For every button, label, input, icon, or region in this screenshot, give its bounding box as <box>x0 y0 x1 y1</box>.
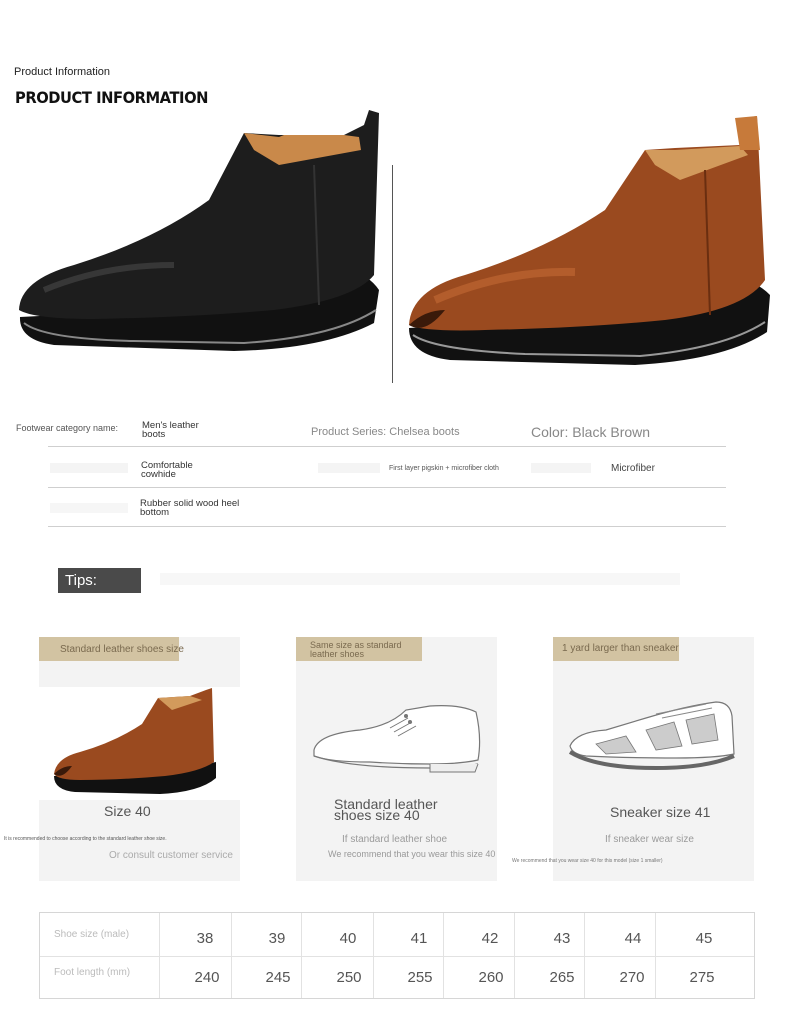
sole-value: Rubber solid wood heel bottom <box>140 498 240 518</box>
category-value: Men's leather boots <box>142 420 199 440</box>
card-tag-standard: Same size as standard leather shoes <box>296 637 422 661</box>
sole-label-faint <box>50 503 128 513</box>
product-series: Product Series: Chelsea boots <box>311 426 460 438</box>
brown-chelsea-boot-image <box>409 116 770 365</box>
card-title-leather: Size 40 <box>104 803 151 819</box>
tips-text-faint <box>160 573 680 585</box>
tips-label: Tips: <box>65 572 97 589</box>
size-chart-table: Shoe size (male) 38 39 40 41 42 43 44 45… <box>39 912 755 999</box>
insole-value: Microfiber <box>611 463 655 474</box>
material-label-faint <box>50 463 128 473</box>
small-brown-boot-image <box>54 688 216 794</box>
size-cell: 38 <box>196 930 214 947</box>
card-note-tiny-sneaker: We recommend that you wear size 40 for t… <box>512 858 663 864</box>
shoe-size-label: Shoe size (male) <box>54 929 130 940</box>
info-row-divider-1 <box>48 446 726 447</box>
foot-length-label: Foot length (mm) <box>54 967 131 978</box>
length-cell: 260 <box>478 969 504 986</box>
card-note-leather: Or consult customer service <box>109 850 233 861</box>
info-row-divider-3 <box>48 526 726 527</box>
card-note-standard-2: We recommend that you wear this size 40 <box>328 849 496 859</box>
length-cell: 245 <box>265 969 291 986</box>
sneaker-outline-image <box>568 701 735 771</box>
card-tag-sneaker: 1 yard larger than sneaker <box>553 637 679 661</box>
length-cell: 275 <box>689 969 715 986</box>
product-color: Color: Black Brown <box>531 424 651 440</box>
length-cell: 240 <box>194 969 220 986</box>
material-value: Comfortable cowhide <box>141 460 193 480</box>
size-cell: 42 <box>481 930 499 947</box>
size-cell: 41 <box>410 930 428 947</box>
card-note-sneaker: If sneaker wear size <box>605 834 694 845</box>
table-row: Foot length (mm) 240 245 250 255 260 265… <box>40 956 754 999</box>
black-chelsea-boot-image <box>19 110 379 351</box>
dress-shoe-outline-image <box>313 705 481 773</box>
card-title-sneaker: Sneaker size 41 <box>610 804 711 820</box>
card-tag-leather: Standard leather shoes size <box>39 637 184 661</box>
lining-value: First layer pigskin + microfiber cloth <box>389 465 499 472</box>
table-row: Shoe size (male) 38 39 40 41 42 43 44 45 <box>40 913 754 956</box>
card-tag-sneaker-text: 1 yard larger than sneaker <box>562 643 679 654</box>
category-label: Footwear category name: <box>16 423 119 433</box>
length-cell: 270 <box>619 969 645 986</box>
info-row-divider-2 <box>48 487 726 488</box>
tips-badge: Tips: <box>58 568 141 593</box>
card-note-standard: If standard leather shoe <box>342 834 448 845</box>
lining-label-faint <box>318 463 380 473</box>
size-cell: 44 <box>624 930 642 947</box>
size-cell: 40 <box>339 930 357 947</box>
size-cell: 39 <box>268 930 286 947</box>
card-tag-standard-text: Same size as standard leather shoes <box>310 640 402 659</box>
size-cell: 45 <box>695 930 713 947</box>
image-divider <box>392 165 393 383</box>
length-cell: 250 <box>336 969 362 986</box>
length-cell: 255 <box>407 969 433 986</box>
size-cell: 43 <box>553 930 571 947</box>
card-note-tiny-leather: It is recommended to choose according to… <box>4 836 167 842</box>
card-tag-leather-text: Standard leather shoes size <box>60 644 184 655</box>
length-cell: 265 <box>549 969 575 986</box>
product-info-small-title: Product Information <box>14 66 110 78</box>
card-title-standard: Standard leather shoes size 40 <box>334 796 438 823</box>
insole-label-faint <box>531 463 591 473</box>
